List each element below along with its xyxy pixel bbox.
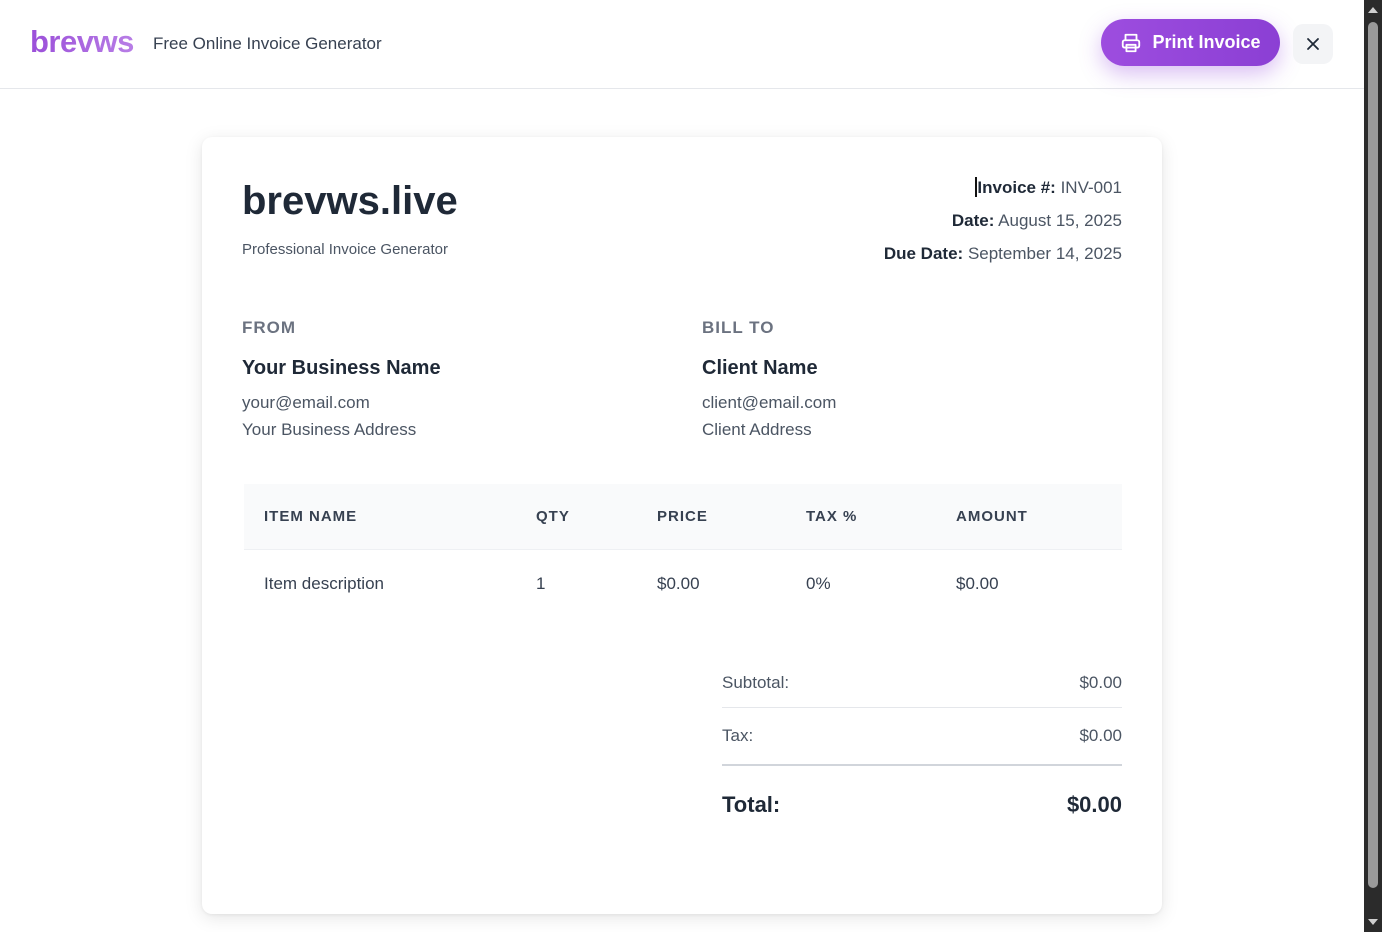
scrollbar[interactable] — [1364, 0, 1382, 932]
invoice-date[interactable]: August 15, 2025 — [998, 211, 1122, 230]
close-icon — [1307, 38, 1319, 50]
due-date-label: Due Date: — [883, 244, 964, 263]
invoice-date-label: Date: — [951, 211, 995, 230]
bill-to-section: BILL TO Client Name client@email.com Cli… — [702, 318, 836, 443]
table-row: Item description 1 $0.00 0% $0.00 — [244, 549, 1122, 619]
print-invoice-label: Print Invoice — [1152, 32, 1261, 52]
brand-logo[interactable]: brevws — [30, 24, 134, 60]
item-price-cell[interactable]: $0.00 — [637, 549, 786, 619]
tax-value: $0.00 — [1079, 726, 1122, 745]
client-address[interactable]: Client Address — [702, 416, 836, 443]
company-subtitle: Professional Invoice Generator — [242, 241, 448, 258]
column-qty: QTY — [516, 484, 637, 550]
item-name-cell[interactable]: Item description — [244, 549, 516, 619]
items-table-header: ITEM NAME QTY PRICE TAX % AMOUNT — [244, 484, 1122, 550]
subtotal-row: Subtotal: $0.00 — [722, 658, 1122, 708]
invoice-preview: brevws.live Professional Invoice Generat… — [202, 137, 1162, 914]
from-email[interactable]: your@email.com — [242, 389, 441, 416]
scrollbar-thumb[interactable] — [1368, 22, 1378, 888]
from-address[interactable]: Your Business Address — [242, 416, 441, 443]
from-business-name[interactable]: Your Business Name — [242, 357, 441, 380]
items-table: ITEM NAME QTY PRICE TAX % AMOUNT Item de… — [244, 484, 1122, 619]
item-qty-cell[interactable]: 1 — [516, 549, 637, 619]
bill-to-heading: BILL TO — [702, 318, 775, 337]
invoice-number[interactable]: INV-001 — [1061, 178, 1122, 197]
close-button[interactable] — [1293, 24, 1333, 64]
top-bar: brevws Free Online Invoice Generator Pri… — [0, 0, 1364, 89]
tax-label: Tax: — [722, 726, 754, 745]
totals-section: Subtotal: $0.00 Tax: $0.00 Total: $0.00 — [722, 658, 1122, 844]
invoice-date-row: Date: August 15, 2025 — [884, 210, 1122, 243]
from-heading: FROM — [242, 318, 297, 337]
item-tax-cell[interactable]: 0% — [786, 549, 936, 619]
column-price: PRICE — [637, 484, 786, 550]
total-label: Total: — [722, 792, 781, 817]
invoice-due-date-row: Due Date: September 14, 2025 — [884, 243, 1122, 276]
subtotal-label: Subtotal: — [722, 672, 790, 692]
column-item-name: ITEM NAME — [244, 484, 516, 550]
company-name: brevws.live — [242, 179, 458, 223]
client-email[interactable]: client@email.com — [702, 389, 836, 416]
invoice-number-row[interactable]: Invoice #: INV-001 — [884, 177, 1122, 210]
column-tax: TAX % — [786, 484, 936, 550]
tax-row: Tax: $0.00 — [722, 708, 1122, 766]
item-amount-cell: $0.00 — [956, 574, 999, 594]
scroll-up-arrow-icon[interactable] — [1364, 2, 1382, 18]
total-value: $0.00 — [1066, 792, 1122, 817]
from-section: FROM Your Business Name your@email.com Y… — [242, 318, 441, 443]
printer-icon — [1122, 33, 1141, 52]
tagline: Free Online Invoice Generator — [153, 34, 382, 53]
subtotal-value: $0.00 — [1079, 672, 1122, 692]
invoice-number-label: Invoice #: — [977, 178, 1056, 197]
column-amount: AMOUNT — [936, 484, 1122, 550]
print-invoice-button[interactable]: Print Invoice — [1101, 19, 1280, 66]
total-row: Total: $0.00 — [722, 766, 1122, 844]
scroll-down-arrow-icon[interactable] — [1364, 914, 1382, 930]
invoice-meta: Invoice #: INV-001 Date: August 15, 2025… — [884, 177, 1122, 276]
client-name[interactable]: Client Name — [702, 357, 836, 380]
due-date[interactable]: September 14, 2025 — [968, 244, 1122, 263]
